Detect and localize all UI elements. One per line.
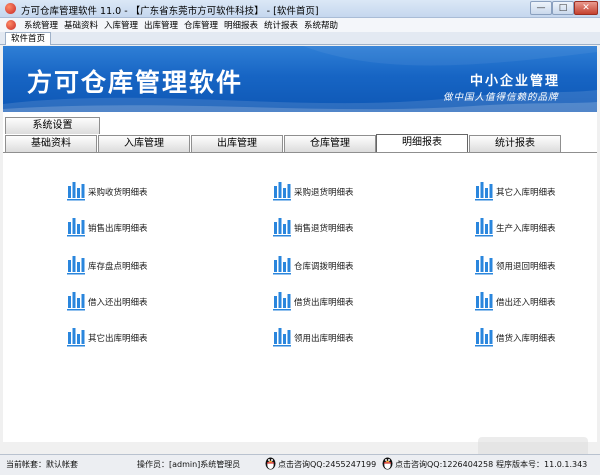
menu-system-management[interactable]: 系统管理 bbox=[24, 19, 58, 31]
report-warehouse-transfer[interactable]: 仓库调拨明细表 bbox=[272, 254, 452, 278]
report-sales-return[interactable]: 销售退货明细表 bbox=[272, 216, 452, 240]
tab-basic-data[interactable]: 基础资料 bbox=[5, 135, 97, 152]
banner-title: 方可仓库管理软件 bbox=[27, 68, 244, 97]
status-account: 当前帐套：默认帐套 bbox=[6, 460, 78, 469]
bar-chart-icon bbox=[66, 290, 86, 311]
tab-warehouse[interactable]: 仓库管理 bbox=[284, 135, 376, 152]
report-lend-out-return-in[interactable]: 借出还入明细表 bbox=[474, 290, 600, 314]
report-requisition-return[interactable]: 领用退回明细表 bbox=[474, 254, 600, 278]
window-title: 方可仓库管理软件 11.0 - 【广东省东莞市方可软件科技】 - [软件首页] bbox=[21, 6, 319, 17]
document-tab-home[interactable]: 软件首页 bbox=[5, 32, 51, 45]
menu-basic-data[interactable]: 基础资料 bbox=[64, 19, 98, 31]
menu-detail-reports[interactable]: 明细报表 bbox=[224, 19, 258, 31]
menu-outbound[interactable]: 出库管理 bbox=[144, 19, 178, 31]
report-production-inbound[interactable]: 生产入库明细表 bbox=[474, 216, 600, 240]
menu-inbound[interactable]: 入库管理 bbox=[104, 19, 138, 31]
bar-chart-icon bbox=[272, 326, 292, 347]
tab-system-settings[interactable]: 系统设置 bbox=[5, 117, 100, 134]
bar-chart-icon bbox=[66, 326, 86, 347]
bar-chart-icon bbox=[272, 290, 292, 311]
report-requisition-outbound[interactable]: 领用出库明细表 bbox=[272, 326, 452, 350]
app-logo-icon bbox=[5, 3, 16, 14]
minimize-button[interactable]: — bbox=[530, 1, 552, 15]
document-tab-strip bbox=[0, 32, 600, 45]
report-loan-inbound[interactable]: 借货入库明细表 bbox=[474, 326, 600, 350]
bar-chart-icon bbox=[272, 180, 292, 201]
bar-chart-icon bbox=[66, 180, 86, 201]
bar-chart-icon bbox=[474, 290, 494, 311]
bar-chart-icon bbox=[272, 254, 292, 275]
status-qq-consult-1[interactable]: 点击咨询QQ:2455247199 bbox=[278, 459, 376, 470]
report-other-inbound[interactable]: 其它入库明细表 bbox=[474, 180, 600, 204]
menu-warehouse[interactable]: 仓库管理 bbox=[184, 19, 218, 31]
menu-help[interactable]: 系统帮助 bbox=[304, 19, 338, 31]
report-other-outbound[interactable]: 其它出库明细表 bbox=[66, 326, 246, 350]
report-stocktake[interactable]: 库存盘点明细表 bbox=[66, 254, 246, 278]
qq-penguin-icon[interactable] bbox=[264, 455, 277, 470]
bar-chart-icon bbox=[474, 326, 494, 347]
bar-chart-icon bbox=[66, 254, 86, 275]
status-operator: 操作员：[admin]系统管理员 bbox=[137, 460, 241, 469]
menu-app-icon[interactable] bbox=[6, 20, 16, 30]
report-purchase-return[interactable]: 采购退货明细表 bbox=[272, 180, 452, 204]
report-purchase-receipt[interactable]: 采购收货明细表 bbox=[66, 180, 246, 204]
bar-chart-icon bbox=[474, 216, 494, 237]
status-qq-consult-2[interactable]: 点击咨询QQ:1226404258 bbox=[395, 459, 493, 470]
bar-chart-icon bbox=[474, 180, 494, 201]
menu-stat-reports[interactable]: 统计报表 bbox=[264, 19, 298, 31]
tab-stat-reports[interactable]: 统计报表 bbox=[469, 135, 561, 152]
report-loan-outbound[interactable]: 借货出库明细表 bbox=[272, 290, 452, 314]
bar-chart-icon bbox=[66, 216, 86, 237]
bar-chart-icon bbox=[474, 254, 494, 275]
qq-penguin-icon[interactable] bbox=[381, 455, 394, 470]
tab-divider bbox=[3, 152, 597, 153]
status-version: 程序版本号：11.0.1.343 bbox=[496, 460, 588, 469]
banner-slogan-sub: 做中国人值得信赖的品牌 bbox=[443, 92, 559, 103]
report-sales-outbound[interactable]: 销售出库明细表 bbox=[66, 216, 246, 240]
bar-chart-icon bbox=[272, 216, 292, 237]
tab-inbound[interactable]: 入库管理 bbox=[98, 135, 190, 152]
report-borrow-in-return-out[interactable]: 借入还出明细表 bbox=[66, 290, 246, 314]
close-button[interactable]: ✕ bbox=[574, 1, 598, 15]
tab-outbound[interactable]: 出库管理 bbox=[191, 135, 283, 152]
tab-detail-reports[interactable]: 明细报表 bbox=[376, 134, 468, 152]
maximize-button[interactable]: □ bbox=[552, 1, 574, 15]
banner-slogan-main: 中小企业管理 bbox=[470, 74, 561, 89]
